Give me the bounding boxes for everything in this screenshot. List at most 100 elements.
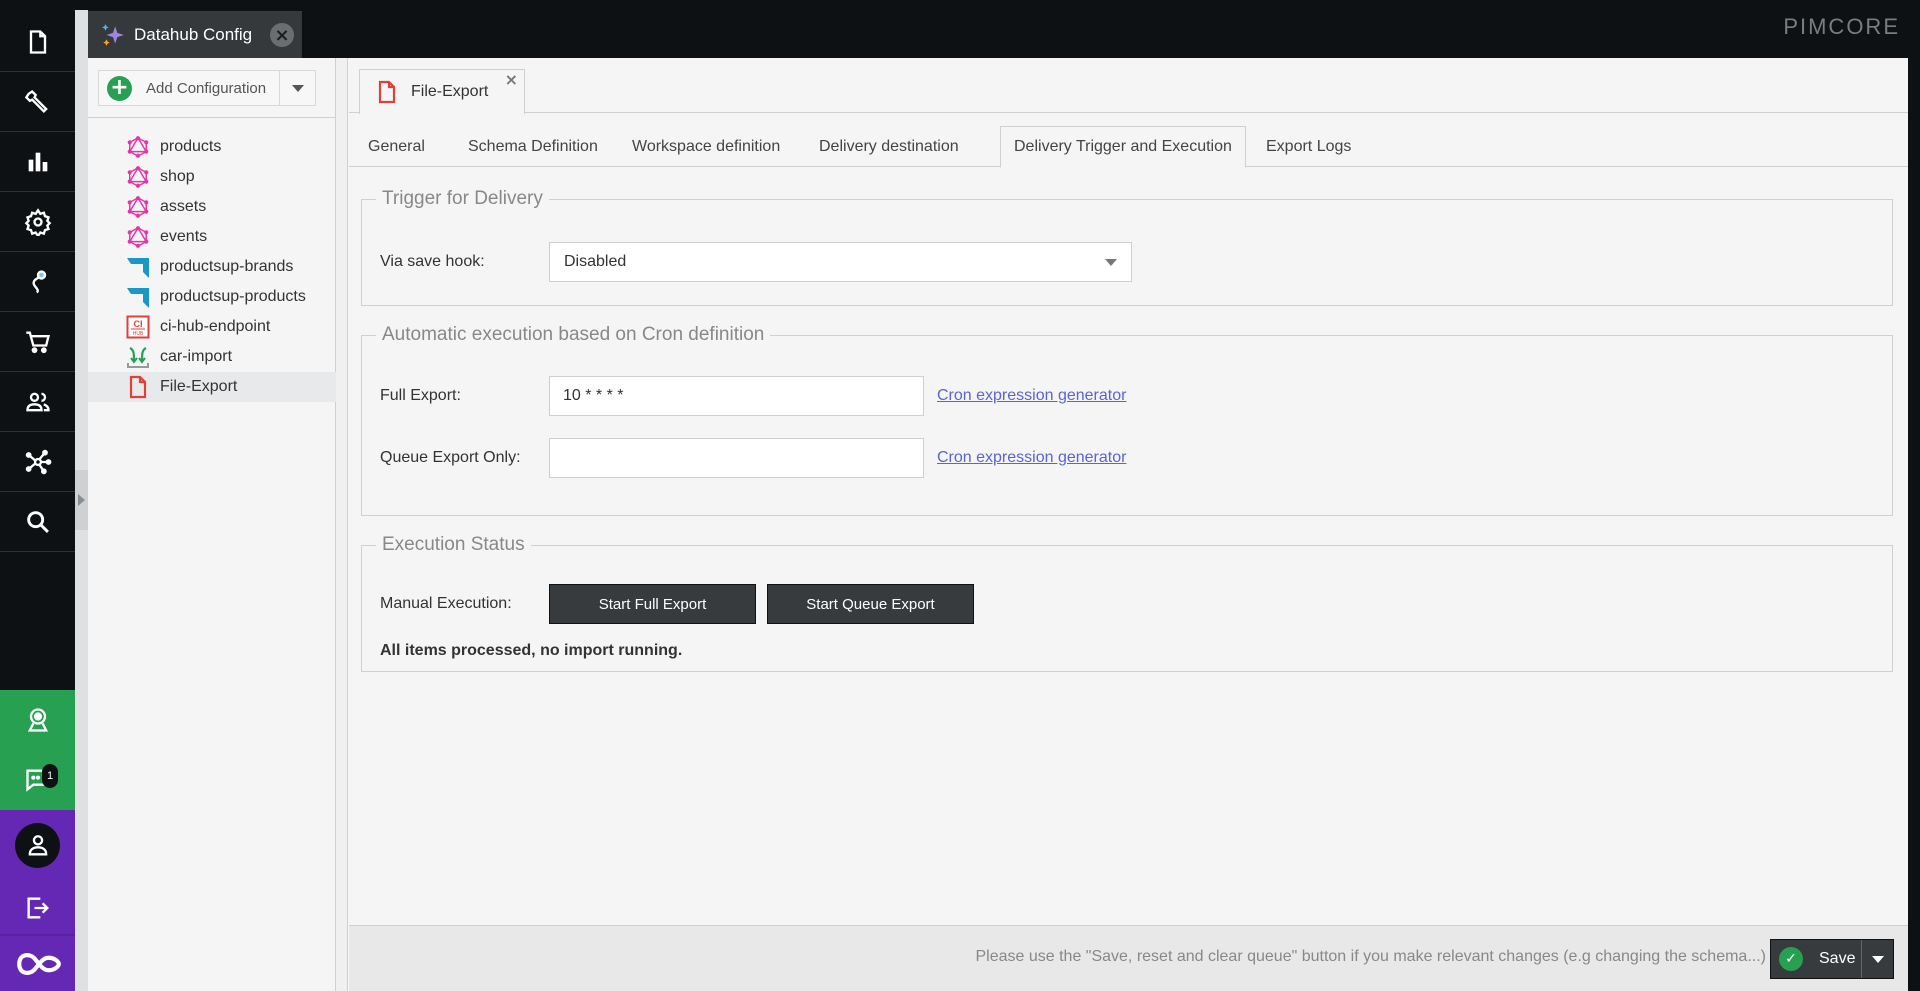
main-nav-rail: 1 <box>0 0 75 991</box>
save-hook-select[interactable]: Disabled <box>549 242 1132 282</box>
tab-export-logs[interactable]: Export Logs <box>1253 126 1364 167</box>
close-tab-button[interactable]: × <box>270 23 294 47</box>
pimcore-app: 1 PIMCORE Datahub Config × + Add Configu… <box>0 0 1920 991</box>
window-edge <box>1908 58 1920 991</box>
tree-item-label: car-import <box>160 348 233 365</box>
tree-item-productsup-products[interactable]: productsup-products <box>88 282 336 312</box>
logout-icon <box>27 897 49 919</box>
tree-item-ci-hub-endpoint[interactable]: CI HUB ci-hub-endpoint <box>88 312 336 342</box>
plus-circle-icon: + <box>107 75 132 101</box>
network-icon <box>25 449 51 474</box>
productsup-icon <box>126 255 150 279</box>
pimcore-brand-logo: PIMCORE <box>1783 14 1900 39</box>
tree-item-productsup-brands[interactable]: productsup-brands <box>88 252 336 282</box>
save-label: Save <box>1819 950 1856 967</box>
infinity-logo-icon <box>16 952 61 975</box>
workspace: + Add Configuration products shop assets <box>88 58 1908 991</box>
rail-item-ecommerce[interactable] <box>0 312 75 372</box>
productsup-icon <box>126 285 150 309</box>
trigger-legend: Trigger for Delivery <box>382 188 543 209</box>
queue-export-cron-input[interactable] <box>549 438 924 478</box>
config-tree-list: products shop assets events productsup-b… <box>88 132 336 402</box>
mouse-cable-icon <box>31 269 46 293</box>
document-tabs: File-Export × <box>349 58 1908 114</box>
rail-item-tools[interactable] <box>0 72 75 132</box>
gear-icon <box>24 207 51 236</box>
graphql-icon <box>126 165 150 189</box>
rail-item-logout[interactable] <box>0 878 75 938</box>
save-button[interactable]: ✓ Save <box>1770 939 1894 979</box>
queue-export-cron-generator-link[interactable]: Cron expression generator <box>937 449 1126 467</box>
tree-item-file-export[interactable]: File-Export <box>88 372 336 402</box>
rail-item-pimcore-logo[interactable] <box>0 934 75 991</box>
tree-item-events[interactable]: events <box>88 222 336 252</box>
file-export-icon <box>378 80 396 104</box>
user-icon <box>28 835 47 856</box>
tree-item-assets[interactable]: assets <box>88 192 336 222</box>
rail-item-network[interactable] <box>0 432 75 492</box>
document-icon <box>29 29 46 54</box>
save-hook-label: Via save hook: <box>380 253 485 270</box>
rail-item-marketing[interactable] <box>0 132 75 192</box>
rail-item-users[interactable] <box>0 372 75 432</box>
tab-schema-definition[interactable]: Schema Definition <box>455 126 611 167</box>
rail-item-webcam[interactable] <box>0 690 75 750</box>
tree-item-label: events <box>160 228 208 245</box>
chevron-down-icon <box>1105 258 1117 266</box>
panel-splitter[interactable] <box>336 58 348 991</box>
editor-panel: File-Export × General Schema Definition … <box>349 58 1908 991</box>
save-hint-text: Please use the "Save, reset and clear qu… <box>975 948 1766 965</box>
tree-item-products[interactable]: products <box>88 132 336 162</box>
notifications-badge: 1 <box>42 764 58 788</box>
rail-item-profile[interactable] <box>0 812 75 878</box>
tree-item-car-import[interactable]: car-import <box>88 342 336 372</box>
execution-status-text: All items processed, no import running. <box>380 642 683 659</box>
full-export-cron-input[interactable] <box>549 376 924 416</box>
cart-icon <box>25 331 50 353</box>
graphql-icon <box>126 225 150 249</box>
doc-tab-file-export[interactable]: File-Export × <box>359 69 525 114</box>
tab-delivery-destination[interactable]: Delivery destination <box>806 126 972 167</box>
checkmark-icon: ✓ <box>1779 947 1803 971</box>
users-icon <box>25 392 50 411</box>
close-doc-tab-button[interactable]: × <box>505 70 518 89</box>
top-bar: PIMCORE <box>88 0 1920 58</box>
full-export-cron-generator-link[interactable]: Cron expression generator <box>937 387 1126 405</box>
full-export-label: Full Export: <box>380 387 461 404</box>
chevron-down-icon <box>1871 955 1884 963</box>
main-tab-datahub-config[interactable]: Datahub Config × <box>88 11 302 58</box>
manual-execution-row: Manual Execution: Start Full Export Star… <box>380 584 974 624</box>
rail-item-notifications[interactable]: 1 <box>0 750 75 810</box>
queue-export-label: Queue Export Only: <box>380 449 521 466</box>
rail-item-search[interactable] <box>0 492 75 552</box>
webcam-icon <box>27 708 48 732</box>
config-tree-panel: + Add Configuration products shop assets <box>88 58 336 991</box>
execution-status-fieldset: Execution Status Manual Execution: Start… <box>361 534 1893 672</box>
rail-item-datahub[interactable] <box>0 252 75 312</box>
rail-item-settings[interactable] <box>0 192 75 252</box>
cron-legend: Automatic execution based on Cron defini… <box>382 324 765 345</box>
add-configuration-label: Add Configuration <box>146 79 267 97</box>
tree-item-label: ci-hub-endpoint <box>160 318 271 335</box>
tab-delivery-trigger-and-execution[interactable]: Delivery Trigger and Execution <box>1000 126 1246 168</box>
tab-general[interactable]: General <box>355 126 438 167</box>
rail-item-documents[interactable] <box>0 12 75 72</box>
tree-item-shop[interactable]: shop <box>88 162 336 192</box>
tab-workspace-definition[interactable]: Workspace definition <box>619 126 793 167</box>
tree-item-label: productsup-products <box>160 288 306 305</box>
tree-item-label: assets <box>160 198 207 215</box>
add-configuration-button[interactable]: + Add Configuration <box>98 70 316 106</box>
svg-text:HUB: HUB <box>133 331 144 337</box>
start-full-export-button[interactable]: Start Full Export <box>549 584 756 624</box>
expand-panel-handle[interactable] <box>75 470 88 530</box>
save-hook-value: Disabled <box>564 253 627 270</box>
cihub-icon: CI HUB <box>126 315 150 339</box>
editor-footer: Please use the "Save, reset and clear qu… <box>349 925 1908 991</box>
file-export-icon <box>126 375 150 399</box>
chevron-down-icon <box>291 84 304 92</box>
import-icon <box>126 345 150 369</box>
add-configuration-dropdown[interactable] <box>279 71 315 105</box>
start-queue-export-button[interactable]: Start Queue Export <box>767 584 974 624</box>
save-options-dropdown[interactable] <box>1861 940 1893 978</box>
tree-item-label: File-Export <box>160 378 238 395</box>
